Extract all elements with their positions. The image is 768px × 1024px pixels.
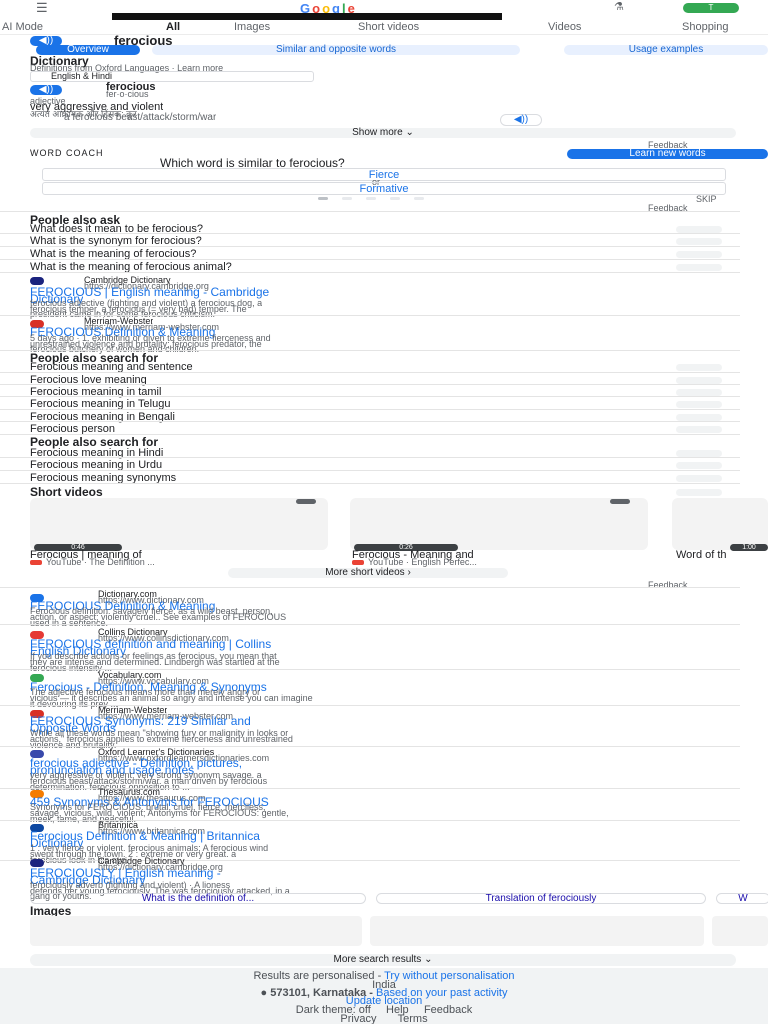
divider	[0, 624, 740, 625]
tab-short-videos[interactable]: Short videos	[358, 21, 419, 33]
related-chip[interactable]: W	[716, 893, 768, 904]
feedback-link[interactable]: Feedback	[648, 580, 688, 590]
more-search-results-button[interactable]: More search results ⌄	[30, 954, 736, 966]
option-fierce[interactable]: Fierce	[42, 168, 726, 181]
video-title[interactable]: Word of th	[676, 549, 727, 561]
progress-dot	[390, 197, 400, 200]
example-speaker-button[interactable]: ◀))	[500, 114, 542, 126]
speaker-icon: ◀))	[513, 114, 529, 125]
language-select[interactable]: English & Hindi	[30, 71, 314, 82]
tab-all[interactable]: All	[166, 21, 180, 33]
divider	[0, 470, 740, 471]
video-thumbnail[interactable]	[350, 498, 648, 550]
labs-icon[interactable]: ⚗	[614, 0, 624, 13]
divider	[0, 259, 740, 260]
privacy-link[interactable]: Privacy	[340, 1013, 376, 1024]
image-thumbnail[interactable]	[30, 916, 362, 946]
option-formative[interactable]: Formative	[42, 182, 726, 195]
video-source: YouTube · The Definition ...	[46, 557, 155, 567]
chevron-down-icon: ⌄	[405, 127, 414, 138]
footer-links-2: Privacy Terms	[0, 1013, 768, 1024]
divider	[0, 233, 740, 234]
video-thumbnail[interactable]	[30, 498, 328, 550]
related-chip[interactable]: What is the definition of...	[30, 893, 366, 904]
more-options-icon[interactable]	[610, 499, 630, 504]
search-icon[interactable]	[676, 401, 722, 408]
tab-images[interactable]: Images	[234, 21, 270, 33]
word-coach-label: WORD COACH	[30, 148, 104, 158]
youtube-icon	[30, 560, 42, 565]
search-icon[interactable]	[676, 364, 722, 371]
more-short-videos-button[interactable]: More short videos ›	[228, 568, 508, 578]
video-duration: 1:00	[730, 544, 768, 551]
divider	[0, 483, 740, 484]
search-input[interactable]	[112, 13, 502, 20]
search-icon[interactable]	[676, 389, 722, 396]
avatar[interactable]: T	[683, 3, 739, 13]
divider	[0, 396, 740, 397]
divider	[0, 409, 740, 410]
divider	[0, 372, 740, 373]
divider	[0, 587, 740, 588]
menu-icon[interactable]: ☰	[36, 0, 48, 16]
search-icon[interactable]	[676, 414, 722, 421]
search-icon[interactable]	[676, 377, 722, 384]
related-chip[interactable]: Translation of ferociously	[376, 893, 706, 904]
youtube-icon	[352, 560, 364, 565]
cambridge-favicon-icon	[30, 277, 44, 285]
search-results-page: ☰ Google ⚗ T AI Mode All Images Short vi…	[0, 0, 768, 1024]
top-bar: ☰ Google ⚗ T AI Mode All Images Short vi…	[0, 0, 768, 35]
divider	[0, 246, 740, 247]
learn-new-words-button[interactable]: Learn new words	[567, 149, 768, 159]
show-more-button[interactable]: Show more ⌄	[30, 128, 736, 138]
tab-shopping[interactable]: Shopping	[682, 21, 729, 33]
chevron-down-icon[interactable]	[676, 238, 722, 245]
more-options-icon[interactable]	[296, 499, 316, 504]
example-sentence: a ferocious beast/attack/storm/war	[64, 112, 217, 123]
search-icon[interactable]	[676, 450, 722, 457]
terms-link[interactable]: Terms	[398, 1013, 428, 1024]
progress-dot	[366, 197, 376, 200]
chevron-up-icon[interactable]	[676, 489, 722, 496]
chevron-down-icon[interactable]	[676, 251, 722, 258]
arrow-right-icon: ›	[407, 567, 411, 578]
divider	[0, 421, 740, 422]
chevron-down-icon: ⌄	[424, 954, 433, 965]
chevron-down-icon[interactable]	[676, 264, 722, 271]
image-thumbnail[interactable]	[370, 916, 704, 946]
divider	[0, 384, 740, 385]
chevron-down-icon[interactable]	[676, 226, 722, 233]
divider	[0, 457, 740, 458]
progress-dot	[342, 197, 352, 200]
tab-ai-mode[interactable]: AI Mode	[2, 21, 43, 33]
image-thumbnail[interactable]	[712, 916, 768, 946]
divider	[0, 211, 740, 212]
skip-button[interactable]: SKIP	[696, 194, 717, 204]
pronounce-button[interactable]: ◀))	[30, 85, 62, 95]
tab-videos[interactable]: Videos	[548, 21, 581, 33]
short-videos-heading: Short videos	[30, 485, 103, 499]
result-snippet: used in a sentence.	[30, 618, 109, 628]
video-source: YouTube · English Perfec...	[368, 557, 477, 567]
tab-similar-opposite[interactable]: Similar and opposite words	[152, 45, 520, 55]
footer: Results are personalised - Try without p…	[0, 968, 768, 1024]
pronunciation: fer·o·cious	[106, 89, 149, 99]
progress-dot	[414, 197, 424, 200]
video-thumbnail[interactable]	[672, 498, 768, 550]
tab-usage-examples[interactable]: Usage examples	[564, 45, 768, 55]
progress-dot	[318, 197, 328, 200]
search-icon[interactable]	[676, 475, 722, 482]
divider	[0, 272, 740, 273]
search-tabs: AI Mode All Images Short videos Videos S…	[0, 21, 768, 33]
speaker-icon: ◀))	[38, 84, 54, 95]
search-icon[interactable]	[676, 426, 722, 433]
search-icon[interactable]	[676, 462, 722, 469]
